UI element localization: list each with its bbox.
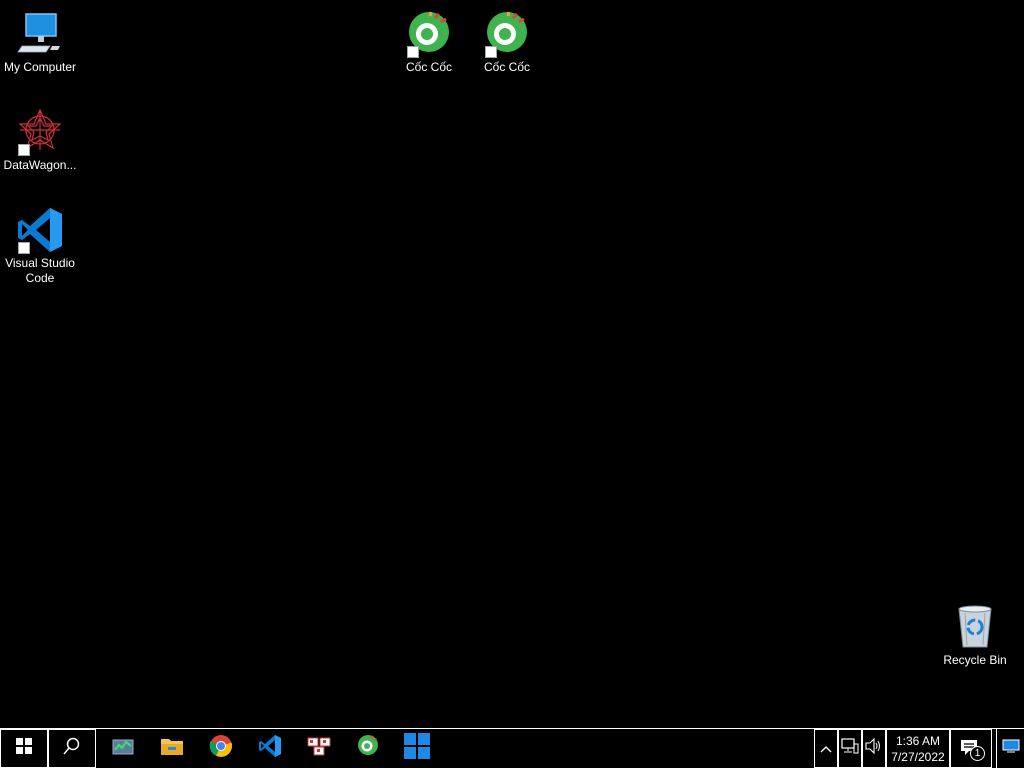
taskbar: 1:36 AM 7/27/2022 1 [0,728,1024,768]
coccoc-icon [356,734,380,763]
desktop-icon-coccoc[interactable]: Cốc Cốc [467,10,547,75]
taskbar-app-file-explorer[interactable] [148,729,196,768]
desktop-icon-label: Visual Studio Code [5,256,75,285]
windows-tile-icon [404,733,430,764]
desktop-preview-icon [1002,739,1020,758]
shortcut-arrow-icon [407,46,419,58]
taskbar-app-task-manager[interactable] [99,729,147,768]
clock-time: 1:36 AM [895,733,941,748]
taskbar-app-windows-tile[interactable] [393,729,441,768]
network-icon [841,738,859,759]
action-center-button[interactable]: 1 [950,729,992,768]
network-button[interactable] [838,729,862,768]
desktop-icon-my-computer[interactable]: My Computer [0,10,80,75]
show-hidden-icons-button[interactable] [814,729,838,768]
recycle-bin-icon [951,603,999,651]
desktop-icon-label: My Computer [3,60,77,74]
taskbar-app-coccoc[interactable] [344,729,392,768]
speaker-icon [865,737,883,759]
notification-count-badge: 1 [970,745,985,761]
desktop-icon-vscode[interactable]: Visual Studio Code [0,206,80,286]
chevron-up-icon [820,740,832,758]
task-manager-icon [112,736,134,761]
shortcut-arrow-icon [485,46,497,58]
search-button[interactable] [48,729,96,768]
shortcut-arrow-icon [18,144,30,156]
file-explorer-icon [160,736,184,761]
notification-icon: 1 [960,739,985,761]
datawagon-icon [16,108,64,156]
search-icon [63,737,81,760]
desktop-icon-label: DataWagon... [3,158,77,172]
desktop-icon-datawagon[interactable]: DataWagon... [0,108,80,173]
taskbar-app-vscode[interactable] [246,729,294,768]
taskbar-app-chrome[interactable] [197,729,245,768]
start-button[interactable] [0,729,48,768]
desktop-icon-recycle-bin[interactable]: Recycle Bin [935,603,1015,668]
clock[interactable]: 1:36 AM 7/27/2022 [886,729,950,768]
desktop-icon-label: Recycle Bin [943,653,1007,667]
unikey-icon [307,736,331,761]
vscode-icon [16,206,64,254]
desktop-icon-label: Cốc Cốc [483,60,530,74]
coccoc-icon [483,10,531,58]
computer-icon [16,10,64,58]
desktop-icon-coccoc[interactable]: Cốc Cốc [389,10,469,75]
shortcut-arrow-icon [18,242,30,254]
desktop[interactable]: My Computer DataWagon... Visual Studio C… [0,0,1024,728]
coccoc-icon [405,10,453,58]
windows-start-icon [16,738,32,759]
taskbar-app-unikey[interactable] [295,729,343,768]
show-desktop-button[interactable] [996,729,1024,768]
clock-date: 7/27/2022 [891,749,945,764]
vscode-icon [258,734,282,763]
desktop-icon-label: Cốc Cốc [405,60,452,74]
volume-button[interactable] [862,729,886,768]
chrome-icon [209,734,233,763]
